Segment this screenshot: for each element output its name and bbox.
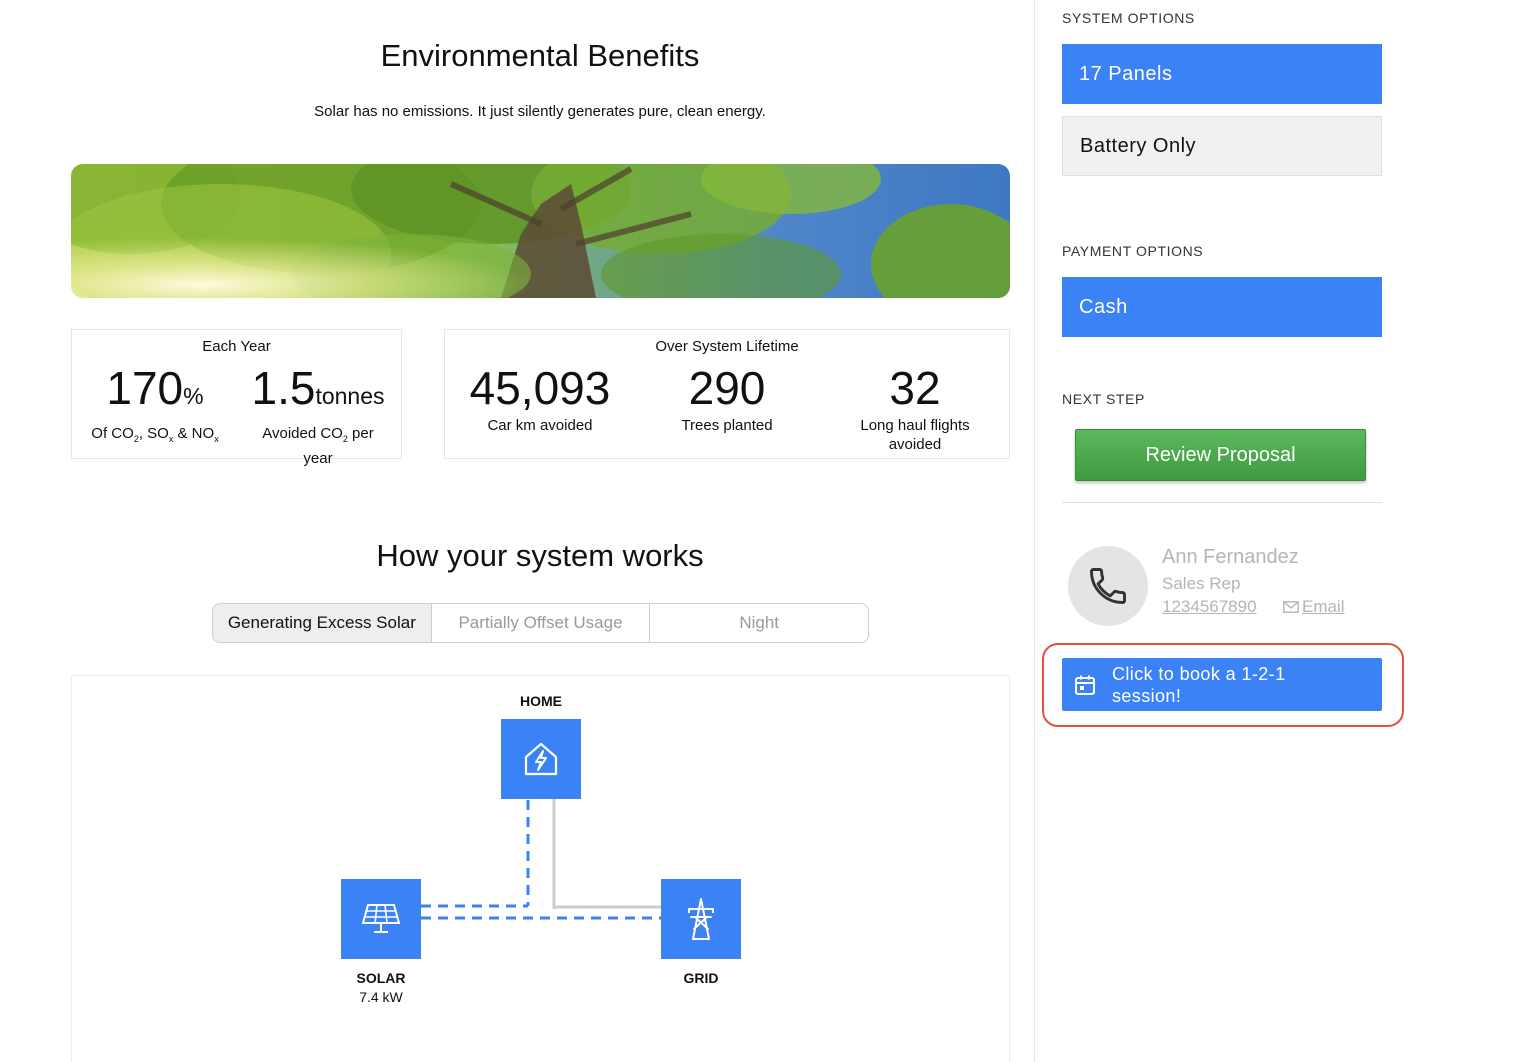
emissions-offset-value: 170 bbox=[106, 362, 184, 414]
power-tower-icon bbox=[688, 898, 714, 940]
sidebar-divider bbox=[1062, 502, 1382, 503]
solar-panel-icon bbox=[361, 904, 401, 933]
next-step-heading: NEXT STEP bbox=[1062, 391, 1145, 407]
sales-rep-email-label: Email bbox=[1302, 597, 1345, 616]
trees-value: 290 bbox=[688, 362, 766, 414]
flights-stat: 32 Long haul flights avoided bbox=[845, 360, 985, 454]
environmental-benefits-title: Environmental Benefits bbox=[380, 38, 700, 73]
environmental-benefits-subtitle: Solar has no emissions. It just silently… bbox=[314, 103, 766, 120]
emissions-offset-unit: % bbox=[183, 383, 204, 409]
co2-avoided-label: Avoided CO2 per year bbox=[262, 425, 374, 467]
system-options-heading: SYSTEM OPTIONS bbox=[1062, 10, 1195, 26]
grid-node bbox=[661, 879, 741, 959]
option-battery-only-button[interactable]: Battery Only bbox=[1062, 116, 1382, 176]
solar-node bbox=[341, 879, 421, 959]
phone-icon bbox=[1090, 568, 1126, 604]
co2-avoided-stat: 1.5tonnes Avoided CO2 per year bbox=[248, 360, 388, 468]
sales-rep-name: Ann Fernandez bbox=[1162, 546, 1299, 568]
tree-canopy-banner bbox=[71, 164, 1010, 298]
payment-options-heading: PAYMENT OPTIONS bbox=[1062, 243, 1204, 259]
solar-node-capacity: 7.4 kW bbox=[359, 989, 403, 1005]
emissions-offset-label: Of CO2, SOx & NOx bbox=[91, 425, 219, 444]
review-proposal-button[interactable]: Review Proposal bbox=[1075, 429, 1366, 481]
emissions-offset-stat: 170% Of CO2, SOx & NOx bbox=[90, 360, 220, 449]
tab-generating-excess-solar[interactable]: Generating Excess Solar bbox=[213, 604, 432, 642]
lifetime-heading: Over System Lifetime bbox=[655, 338, 799, 355]
sales-rep-role: Sales Rep bbox=[1162, 574, 1241, 593]
trees-stat: 290 Trees planted bbox=[652, 360, 802, 435]
tab-night[interactable]: Night bbox=[650, 604, 868, 642]
car-km-value: 45,093 bbox=[469, 362, 611, 414]
how-system-works-title: How your system works bbox=[376, 538, 704, 573]
energy-flow-diagram: HOME SOLAR 7.4 kW GRID bbox=[71, 675, 1010, 1062]
calendar-icon bbox=[1075, 675, 1095, 695]
trees-label: Trees planted bbox=[681, 417, 773, 434]
sales-rep-phone-link[interactable]: 1234567890 bbox=[1162, 597, 1257, 617]
home-node bbox=[501, 719, 581, 799]
car-km-label: Car km avoided bbox=[487, 417, 593, 434]
option-17-panels-button[interactable]: 17 Panels bbox=[1062, 44, 1382, 104]
grid-node-label: GRID bbox=[683, 970, 719, 986]
co2-avoided-unit: tonnes bbox=[315, 383, 385, 409]
sales-rep-avatar bbox=[1068, 546, 1148, 626]
book-session-button[interactable]: Click to book a 1-2-1 session! bbox=[1062, 658, 1382, 711]
payment-cash-button[interactable]: Cash bbox=[1062, 277, 1382, 337]
car-km-stat: 45,093 Car km avoided bbox=[465, 360, 615, 435]
column-divider bbox=[1034, 0, 1035, 1062]
flights-value: 32 bbox=[889, 362, 941, 414]
home-lightning-icon bbox=[524, 742, 558, 776]
co2-avoided-value: 1.5 bbox=[251, 362, 316, 414]
tab-partially-offset-usage[interactable]: Partially Offset Usage bbox=[432, 604, 651, 642]
book-session-label: Click to book a 1-2-1 session! bbox=[1112, 663, 1286, 706]
solar-node-label: SOLAR bbox=[356, 970, 406, 986]
envelope-icon bbox=[1283, 601, 1299, 613]
each-year-heading: Each Year bbox=[202, 338, 271, 355]
home-node-label: HOME bbox=[520, 693, 562, 709]
main-content: Environmental Benefits Solar has no emis… bbox=[0, 0, 1034, 1062]
scenario-tabs: Generating Excess Solar Partially Offset… bbox=[212, 603, 869, 643]
sales-rep-email-link[interactable]: Email bbox=[1283, 597, 1345, 617]
flights-label: Long haul flights avoided bbox=[860, 417, 970, 453]
each-year-card: Each Year 170% Of CO2, SOx & NOx 1.5tonn… bbox=[71, 329, 402, 467]
lifetime-card: Over System Lifetime 45,093 Car km avoid… bbox=[444, 329, 1010, 459]
